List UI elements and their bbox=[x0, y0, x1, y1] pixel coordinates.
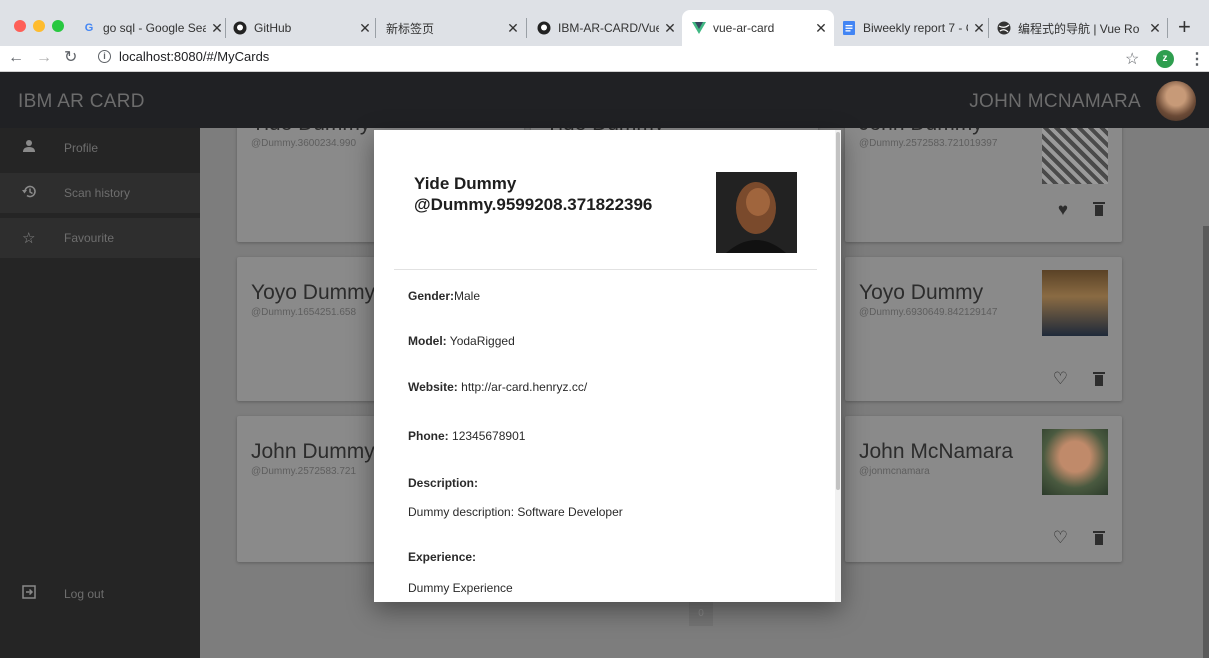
dialog-contact-photo bbox=[716, 172, 797, 253]
heart-outline-icon[interactable]: ♡ bbox=[1053, 369, 1068, 389]
github-icon bbox=[233, 21, 247, 35]
field-phone: Phone: 12345678901 bbox=[408, 429, 526, 443]
back-arrow-icon[interactable]: ← bbox=[8, 49, 24, 67]
forward-arrow-icon[interactable]: → bbox=[36, 49, 52, 67]
globe-icon bbox=[997, 21, 1011, 35]
browser-tab[interactable]: GitHub ✕ bbox=[233, 10, 372, 46]
maximize-window-button[interactable] bbox=[52, 20, 64, 32]
field-gender: Gender:Male bbox=[408, 289, 481, 303]
sidebar-item-favourite[interactable]: ☆ Favourite bbox=[0, 218, 200, 258]
more-menu-icon[interactable]: ⋮ bbox=[1189, 49, 1205, 69]
pagination-current-page[interactable]: 0 bbox=[689, 602, 713, 626]
contact-photo bbox=[1042, 128, 1108, 184]
minimize-window-button[interactable] bbox=[33, 20, 45, 32]
sidebar: Profile Scan history ☆ Favourite Log out bbox=[0, 128, 200, 658]
heart-filled-icon[interactable]: ♥ bbox=[1058, 200, 1068, 220]
dialog-scrollbar-thumb[interactable] bbox=[836, 132, 840, 490]
close-tab-icon[interactable]: ✕ bbox=[814, 20, 828, 37]
app-bar: IBM AR CARD JOHN MCNAMARA bbox=[0, 72, 1209, 128]
dialog-contact-handle: @Dummy.9599208.371822396 bbox=[414, 195, 653, 214]
docs-icon bbox=[842, 21, 856, 35]
dialog-header: Yide Dummy @Dummy.9599208.371822396 bbox=[374, 130, 819, 270]
contact-card[interactable]: John McNamara @jonmcnamara ♡ bbox=[845, 416, 1122, 562]
website-link[interactable]: http://ar-card.henryz.cc/ bbox=[461, 380, 587, 394]
info-icon[interactable]: i bbox=[98, 50, 111, 63]
new-tab-button[interactable]: + bbox=[1178, 14, 1191, 40]
browser-tab[interactable]: 新标签页 ✕ bbox=[386, 10, 520, 46]
trash-icon[interactable] bbox=[1093, 531, 1105, 545]
contact-photo bbox=[1042, 270, 1108, 336]
person-icon bbox=[0, 139, 64, 157]
contact-detail-dialog: Yide Dummy @Dummy.9599208.371822396 Gend… bbox=[374, 130, 841, 602]
google-icon: G bbox=[84, 22, 94, 34]
contact-card[interactable]: John Dummy @Dummy.2572583.721019397 ♥ bbox=[845, 128, 1122, 242]
heart-outline-icon[interactable]: ♡ bbox=[1053, 528, 1068, 548]
contact-card[interactable]: Yoyo Dummy @Dummy.6930649.842129147 ♡ bbox=[845, 257, 1122, 401]
dialog-contact-name: Yide Dummy bbox=[414, 174, 517, 193]
browser-tab[interactable]: Biweekly report 7 - Go ✕ bbox=[842, 10, 986, 46]
close-tab-icon[interactable]: ✕ bbox=[506, 20, 520, 37]
browser-tab-strip: G go sql - Google Searc ✕ GitHub ✕ 新标签页 … bbox=[0, 0, 1209, 46]
close-tab-icon[interactable]: ✕ bbox=[1148, 20, 1162, 37]
browser-tab[interactable]: 编程式的导航 | Vue Ro ✕ bbox=[997, 10, 1162, 46]
close-window-button[interactable] bbox=[14, 20, 26, 32]
user-avatar[interactable] bbox=[1156, 81, 1196, 121]
sidebar-item-profile[interactable]: Profile bbox=[0, 128, 200, 168]
field-model: Model: YodaRigged bbox=[408, 334, 515, 348]
vue-icon bbox=[692, 21, 706, 35]
close-tab-icon[interactable]: ✕ bbox=[663, 20, 677, 37]
trash-icon[interactable] bbox=[1093, 202, 1105, 216]
contact-photo bbox=[1042, 429, 1108, 495]
browser-toolbar: ← → ↻ i localhost:8080/#/MyCards ☆ z ⋮ bbox=[0, 46, 1209, 72]
browser-tab[interactable]: G go sql - Google Searc ✕ bbox=[82, 10, 224, 46]
user-name[interactable]: JOHN MCNAMARA bbox=[969, 91, 1141, 113]
sidebar-item-scan-history[interactable]: Scan history bbox=[0, 173, 200, 213]
sidebar-item-logout[interactable]: Log out bbox=[0, 574, 200, 614]
address-bar[interactable]: i localhost:8080/#/MyCards bbox=[98, 49, 269, 64]
close-tab-icon[interactable]: ✕ bbox=[210, 20, 224, 37]
close-tab-icon[interactable]: ✕ bbox=[972, 20, 986, 37]
field-experience-label: Experience: bbox=[408, 550, 477, 564]
browser-tab[interactable]: IBM-AR-CARD/Vue-A ✕ bbox=[537, 10, 677, 46]
bookmark-star-icon[interactable]: ☆ bbox=[1125, 49, 1139, 69]
trash-icon[interactable] bbox=[1093, 372, 1105, 386]
field-description-label: Description: bbox=[408, 476, 479, 490]
app-title[interactable]: IBM AR CARD bbox=[18, 91, 145, 113]
field-description-value: Dummy description: Software Developer bbox=[408, 505, 623, 519]
browser-tab-active[interactable]: vue-ar-card ✕ bbox=[682, 10, 834, 46]
star-outline-icon: ☆ bbox=[22, 230, 36, 247]
close-tab-icon[interactable]: ✕ bbox=[358, 20, 372, 37]
history-icon bbox=[0, 184, 64, 203]
page-scrollbar[interactable] bbox=[1203, 226, 1209, 658]
dialog-divider bbox=[394, 269, 817, 270]
reload-icon[interactable]: ↻ bbox=[64, 49, 77, 67]
field-experience-value: Dummy Experience bbox=[408, 581, 513, 595]
logout-icon bbox=[0, 585, 64, 603]
github-icon bbox=[537, 21, 551, 35]
profile-avatar[interactable]: z bbox=[1156, 50, 1174, 68]
field-website: Website: http://ar-card.henryz.cc/ bbox=[408, 380, 588, 394]
